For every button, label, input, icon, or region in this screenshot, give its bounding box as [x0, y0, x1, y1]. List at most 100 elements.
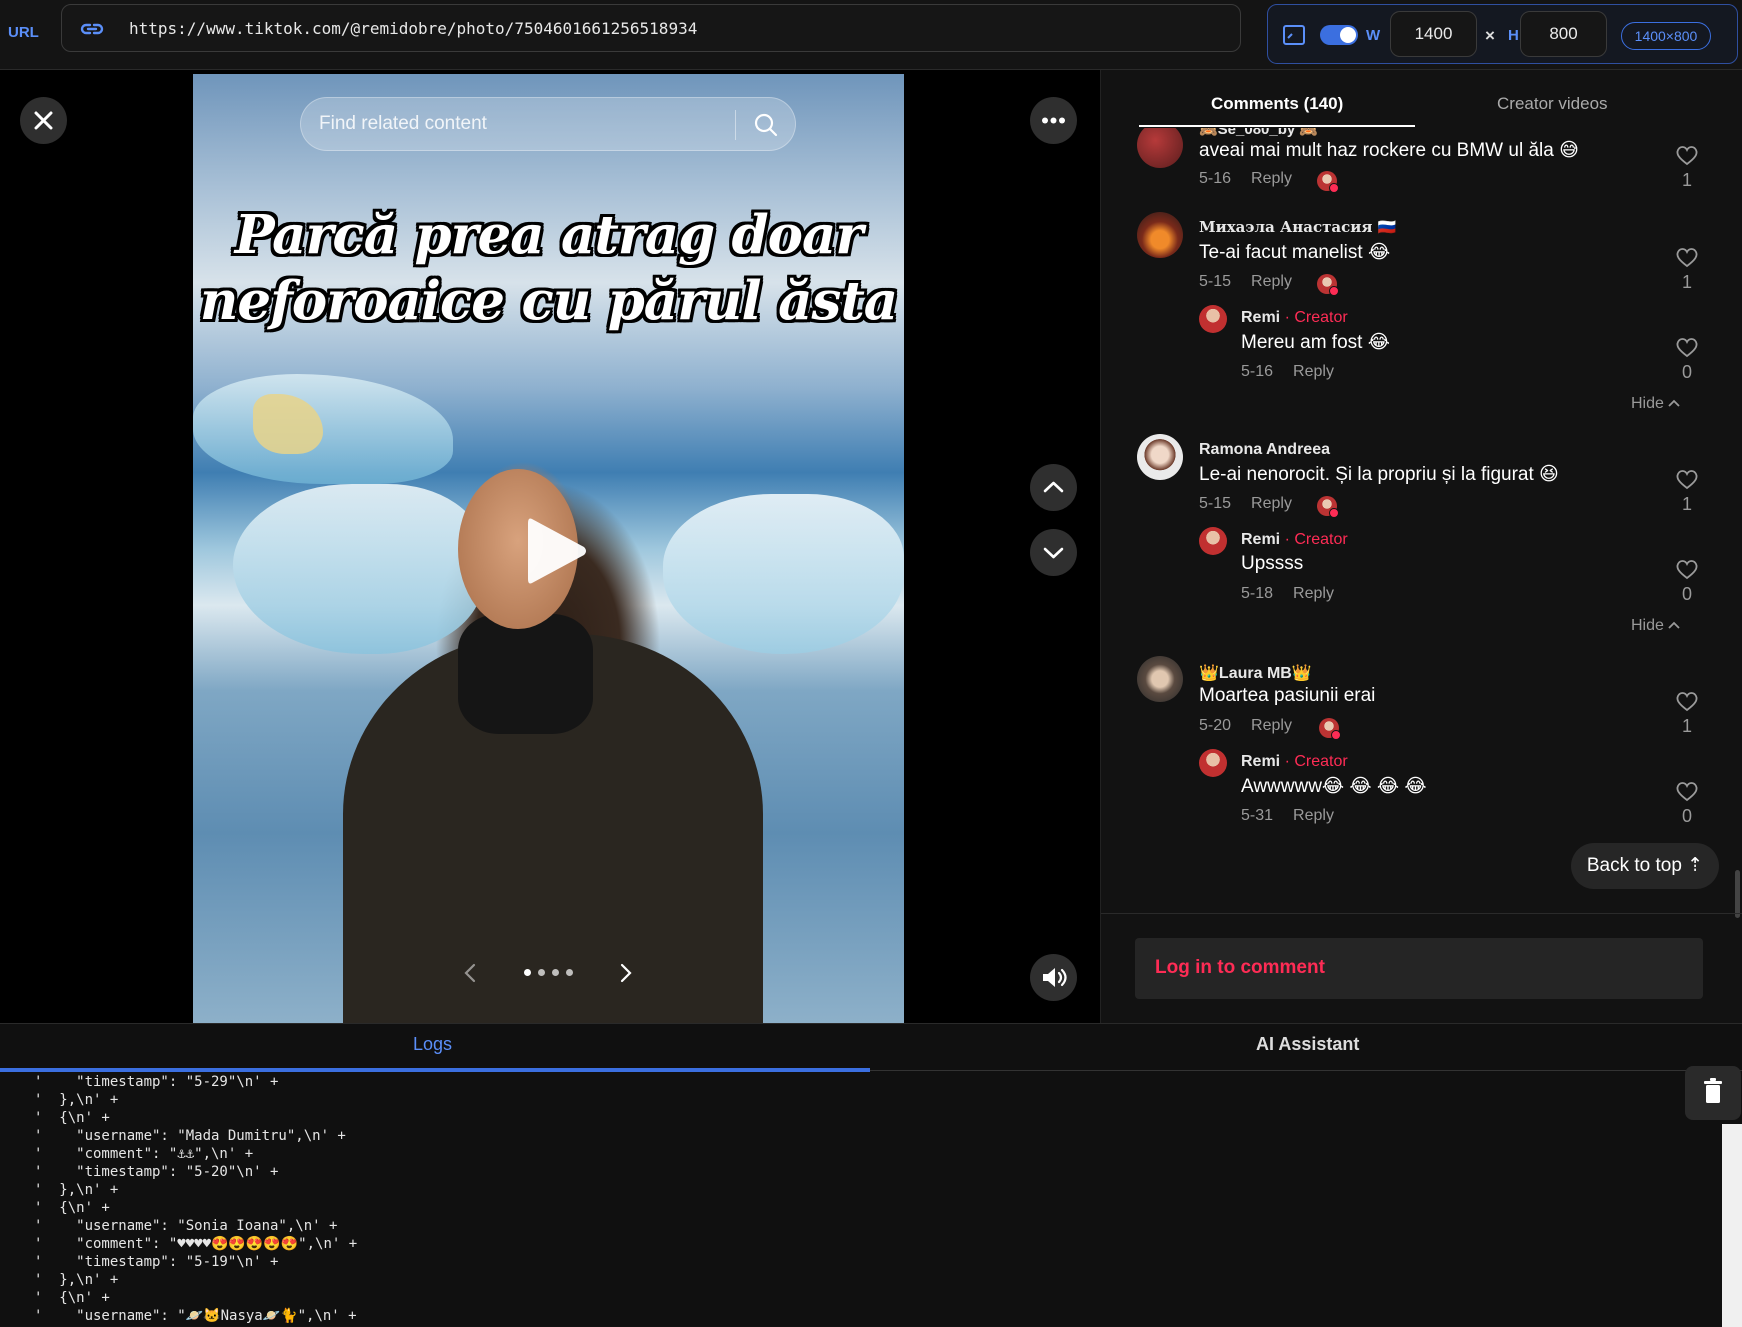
carousel-prev-icon[interactable] [463, 963, 477, 983]
comment-username[interactable]: Ramona Andreea [1199, 441, 1330, 459]
carousel-dot[interactable] [552, 969, 559, 976]
avatar[interactable] [1199, 527, 1227, 555]
volume-button[interactable] [1030, 954, 1077, 1001]
reply-button[interactable]: Reply [1251, 170, 1292, 187]
heart-icon[interactable] [1675, 468, 1699, 490]
viewport-icon [1283, 25, 1305, 45]
reply-text: Mereu am fost 😂 [1241, 332, 1390, 353]
next-post-button[interactable] [1030, 529, 1077, 576]
log-line: ' "username": "Sonia Ioana",\n' + [34, 1218, 338, 1234]
comment-date: 5-16 [1199, 170, 1232, 187]
reply-button[interactable]: Reply [1293, 585, 1334, 602]
heart-icon[interactable] [1675, 246, 1699, 268]
trash-icon [1704, 1078, 1722, 1103]
log-line: ' },\n' + [34, 1272, 119, 1288]
login-to-comment-button[interactable]: Log in to comment [1135, 938, 1703, 999]
avatar[interactable] [1137, 656, 1183, 702]
log-line: ' {\n' + [34, 1290, 110, 1306]
avatar[interactable] [1137, 434, 1183, 480]
viewport-preset-button[interactable]: 1400×800 [1621, 22, 1711, 50]
play-icon[interactable] [520, 511, 590, 591]
tab-creator-videos[interactable]: Creator videos [1497, 94, 1608, 114]
reply-username[interactable]: Remi · Creator [1241, 309, 1348, 327]
creator-badge: · Creator [1284, 531, 1348, 548]
search-icon[interactable] [753, 112, 779, 138]
more-options-button[interactable] [1030, 97, 1077, 144]
comment-meta: 5-15 Reply [1199, 273, 1292, 291]
reply-button[interactable]: Reply [1293, 807, 1334, 824]
logs-scrollbar[interactable] [1722, 1124, 1742, 1327]
reply-button[interactable]: Reply [1293, 363, 1334, 380]
comment-username[interactable]: 👑Laura MB👑 [1199, 663, 1312, 683]
tab-logs[interactable]: Logs [413, 1034, 452, 1055]
height-input[interactable]: 800 [1520, 11, 1607, 57]
log-line: ' {\n' + [34, 1200, 110, 1216]
creator-liked-avatar [1319, 718, 1341, 740]
url-text[interactable]: https://www.tiktok.com/@remidobre/photo/… [129, 19, 697, 38]
back-to-top-button[interactable]: Back to top ⇡ [1571, 843, 1719, 889]
heart-icon[interactable] [1675, 336, 1699, 358]
close-button[interactable] [20, 97, 67, 144]
log-line: ' "comment": "⚓⚓",\n' + [34, 1146, 254, 1162]
reply-meta: 5-16 Reply [1241, 363, 1334, 381]
speaker-icon [1043, 968, 1067, 987]
comment-username[interactable]: Михаэла Анастасия 🇷🇺 [1199, 218, 1396, 236]
previous-post-button[interactable] [1030, 464, 1077, 511]
like-count: 1 [1681, 494, 1692, 514]
width-input[interactable]: 1400 [1390, 11, 1477, 57]
heart-icon[interactable] [1675, 144, 1699, 166]
log-line: ' "timestamp": "5-20"\n' + [34, 1164, 279, 1180]
height-label: H [1508, 27, 1519, 44]
reply-username[interactable]: Remi · Creator [1241, 753, 1348, 771]
creator-liked-avatar [1317, 274, 1339, 296]
active-tab-indicator [0, 1068, 870, 1072]
reply-text: Awwwww😂 😂 😂 😂 [1241, 776, 1427, 797]
reply-button[interactable]: Reply [1251, 273, 1292, 290]
hide-replies-button[interactable]: Hide [1631, 395, 1680, 413]
comment-text: Le-ai nenorocit. Și la propriu și la fig… [1199, 464, 1559, 485]
photo-viewer: Find related content Parcă prea atrag do… [0, 70, 1100, 1023]
clear-logs-button[interactable] [1685, 1066, 1741, 1120]
log-line: ' "timestamp": "5-29"\n' + [34, 1074, 279, 1090]
reply-meta: 5-31 Reply [1241, 807, 1334, 825]
carousel-dot[interactable] [566, 969, 573, 976]
avatar[interactable] [1137, 128, 1183, 168]
reply-button[interactable]: Reply [1251, 495, 1292, 512]
avatar[interactable] [1137, 212, 1183, 258]
carousel-dot[interactable] [524, 969, 531, 976]
heart-icon[interactable] [1675, 690, 1699, 712]
reply-date: 5-16 [1241, 363, 1274, 380]
url-toolbar: URL https://www.tiktok.com/@remidobre/ph… [0, 0, 1742, 70]
comment-username[interactable]: 🙈Se_080_by 🙈 [1199, 128, 1318, 138]
log-line: ' "comment": "♥♥♥♥😍😍😍😍😍",\n' + [34, 1236, 358, 1252]
tab-comments[interactable]: Comments (140) [1211, 94, 1343, 114]
log-line: ' },\n' + [34, 1182, 119, 1198]
comment-text: Te-ai facut manelist 😂 [1199, 242, 1391, 263]
creator-badge: · Creator [1284, 753, 1348, 770]
heart-icon[interactable] [1675, 558, 1699, 580]
reply-button[interactable]: Reply [1251, 717, 1292, 734]
photo-caption: Parcă prea atrag doar neforoaice cu păru… [193, 202, 904, 334]
reply-username[interactable]: Remi · Creator [1241, 531, 1348, 549]
comment-text: Moartea pasiunii erai [1199, 685, 1376, 706]
comment-date: 5-15 [1199, 495, 1232, 512]
avatar[interactable] [1199, 749, 1227, 777]
avatar[interactable] [1199, 305, 1227, 333]
url-input[interactable]: https://www.tiktok.com/@remidobre/photo/… [61, 4, 1241, 52]
tab-divider [870, 1070, 1742, 1071]
photo-carousel [463, 958, 633, 988]
search-input[interactable]: Find related content [319, 113, 487, 135]
chevron-up-icon [1668, 399, 1680, 407]
comments-scrollbar[interactable] [1735, 870, 1740, 918]
hide-replies-button[interactable]: Hide [1631, 617, 1680, 635]
carousel-dot[interactable] [538, 969, 545, 976]
viewport-toggle[interactable] [1320, 25, 1358, 45]
url-label: URL [8, 24, 39, 41]
log-output: ' "timestamp": "5-29"\n' + ' },\n' + ' {\n… [34, 1073, 1714, 1325]
carousel-next-icon[interactable] [619, 963, 633, 983]
log-line: ' "username": "Mada Dumitru",\n' + [34, 1128, 346, 1144]
tab-ai-assistant[interactable]: AI Assistant [1256, 1034, 1359, 1055]
comment-meta: 5-16 Reply [1199, 170, 1292, 188]
heart-icon[interactable] [1675, 780, 1699, 802]
related-search[interactable]: Find related content [300, 97, 796, 151]
